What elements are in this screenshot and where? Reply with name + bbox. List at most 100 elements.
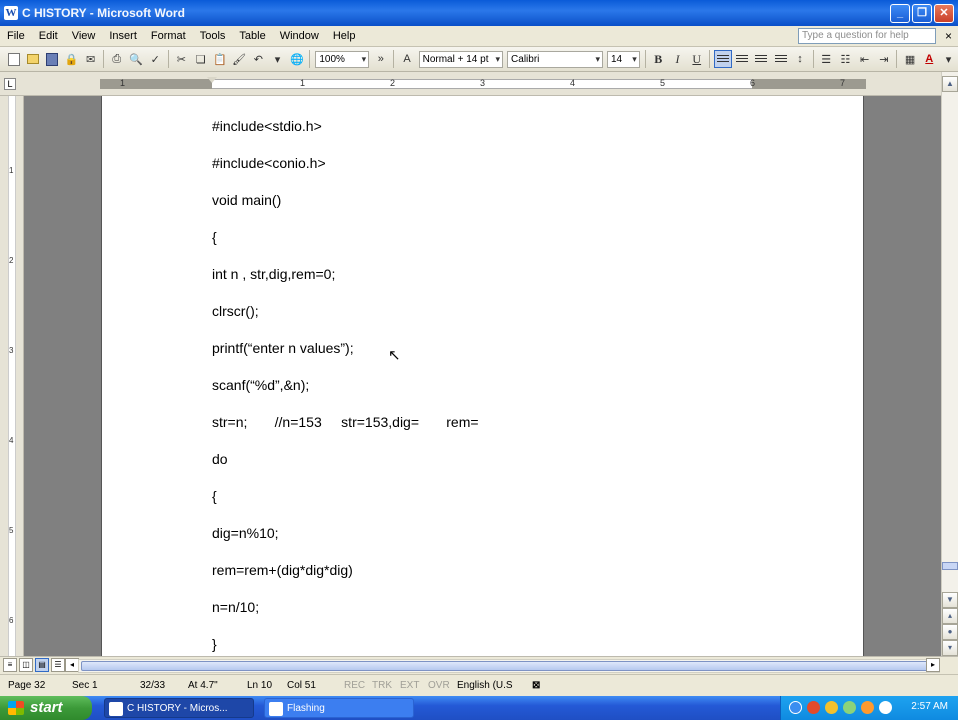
cut-button[interactable]: ✂ — [173, 50, 190, 68]
vertical-scrollbar[interactable]: ▲ ▼ ▴ ● ▾ — [941, 72, 958, 656]
print-layout-view-button[interactable]: ▤ — [35, 658, 49, 672]
code-line[interactable]: } — [212, 636, 217, 652]
help-search-input[interactable]: Type a question for help — [798, 28, 936, 44]
outline-view-button[interactable]: ☰ — [51, 658, 65, 672]
code-line[interactable]: printf(“enter n values”); — [212, 340, 354, 356]
menu-window[interactable]: Window — [273, 30, 326, 42]
horizontal-scroll-track[interactable] — [78, 659, 940, 673]
clock[interactable]: 2:57 AM — [911, 701, 948, 712]
select-browse-object-button[interactable]: ● — [942, 624, 958, 640]
styles-pane-icon[interactable]: A — [398, 50, 415, 68]
new-document-button[interactable] — [5, 50, 22, 68]
code-line[interactable]: int n , str,dig,rem=0; — [212, 266, 335, 282]
zoom-select[interactable]: 100% — [315, 50, 370, 68]
spelling-status-icon[interactable]: ⊠ — [532, 680, 540, 691]
spelling-button[interactable]: ✓ — [147, 50, 164, 68]
menu-help[interactable]: Help — [326, 30, 363, 42]
status-page: Page 32 — [8, 680, 46, 691]
menu-format[interactable]: Format — [144, 30, 193, 42]
indent-marker[interactable] — [207, 77, 217, 93]
help-tray-icon[interactable] — [789, 701, 802, 714]
toolbar-options-icon[interactable]: » — [372, 50, 389, 68]
tab-selector[interactable]: L — [4, 78, 16, 90]
previous-page-button[interactable]: ▴ — [942, 608, 958, 624]
tray-icon[interactable] — [807, 701, 820, 714]
menu-table[interactable]: Table — [232, 30, 272, 42]
volume-icon[interactable] — [879, 701, 892, 714]
font-color-button[interactable]: A — [921, 50, 938, 68]
style-select[interactable]: Normal + 14 pt — [418, 50, 504, 68]
code-line[interactable]: #include<stdio.h> — [212, 118, 322, 134]
bullets-button[interactable]: ☷ — [837, 50, 854, 68]
normal-view-button[interactable]: ≡ — [3, 658, 17, 672]
copy-button[interactable]: ❏ — [192, 50, 209, 68]
code-line[interactable]: n=n/10; — [212, 599, 259, 615]
print-preview-button[interactable]: 🔍 — [127, 50, 144, 68]
code-line[interactable]: void main() — [212, 192, 281, 208]
email-button[interactable]: ✉ — [82, 50, 99, 68]
font-select[interactable]: Calibri — [507, 50, 603, 68]
code-line[interactable]: #include<conio.h> — [212, 155, 326, 171]
menu-insert[interactable]: Insert — [102, 30, 144, 42]
justify-button[interactable] — [772, 50, 789, 68]
code-line[interactable]: { — [212, 229, 217, 245]
scroll-left-button[interactable]: ◂ — [65, 658, 79, 672]
minimize-button[interactable]: _ — [890, 3, 910, 23]
italic-button[interactable]: I — [669, 50, 686, 68]
undo-button[interactable]: ↶ — [250, 50, 267, 68]
code-line[interactable]: dig=n%10; — [212, 525, 279, 541]
font-color-dropdown-icon[interactable]: ▾ — [940, 50, 957, 68]
menu-edit[interactable]: Edit — [32, 30, 65, 42]
tray-icon[interactable] — [825, 701, 838, 714]
underline-button[interactable]: U — [688, 50, 705, 68]
code-line[interactable]: str=n; //n=153 str=153,dig= rem= — [212, 414, 479, 430]
restore-button[interactable]: ❐ — [912, 3, 932, 23]
menu-view[interactable]: View — [65, 30, 103, 42]
bold-button[interactable]: B — [650, 50, 667, 68]
menu-file[interactable]: File — [0, 30, 32, 42]
close-document-icon[interactable]: × — [945, 29, 952, 43]
decrease-indent-button[interactable]: ⇤ — [856, 50, 873, 68]
scroll-up-button[interactable]: ▲ — [942, 76, 958, 92]
document-page[interactable]: #include<stdio.h> #include<conio.h> void… — [101, 96, 864, 656]
paste-button[interactable]: 📋 — [211, 50, 228, 68]
code-line[interactable]: clrscr(); — [212, 303, 259, 319]
scroll-thumb[interactable] — [942, 562, 958, 570]
numbering-button[interactable]: ☰ — [818, 50, 835, 68]
open-button[interactable] — [24, 50, 41, 68]
code-line[interactable]: rem=rem+(dig*dig*dig) — [212, 562, 353, 578]
code-line[interactable]: do — [212, 451, 228, 467]
tray-icon[interactable] — [861, 701, 874, 714]
status-record[interactable]: REC — [344, 680, 365, 691]
next-page-button[interactable]: ▾ — [942, 640, 958, 656]
hyperlink-button[interactable]: 🌐 — [288, 50, 305, 68]
status-extend[interactable]: EXT — [400, 680, 419, 691]
font-size-select[interactable]: 14 — [606, 50, 640, 68]
increase-indent-button[interactable]: ⇥ — [875, 50, 892, 68]
borders-button[interactable]: ▦ — [901, 50, 918, 68]
code-line[interactable]: scanf(“%d”,&n); — [212, 377, 309, 393]
status-overtype[interactable]: OVR — [428, 680, 450, 691]
print-button[interactable]: ⎙ — [108, 50, 125, 68]
menu-tools[interactable]: Tools — [193, 30, 233, 42]
save-button[interactable] — [43, 50, 60, 68]
align-center-button[interactable] — [734, 50, 751, 68]
status-track-changes[interactable]: TRK — [372, 680, 392, 691]
tray-icon[interactable] — [843, 701, 856, 714]
permission-button[interactable]: 🔒 — [63, 50, 80, 68]
line-spacing-button[interactable]: ↕ — [791, 50, 808, 68]
taskbar-item-word[interactable]: C HISTORY - Micros... — [104, 698, 254, 718]
undo-dropdown-icon[interactable]: ▾ — [269, 50, 286, 68]
horizontal-scroll-thumb[interactable] — [81, 661, 936, 671]
web-layout-view-button[interactable]: ◫ — [19, 658, 33, 672]
code-line[interactable]: { — [212, 488, 217, 504]
align-left-button[interactable] — [714, 50, 732, 68]
scroll-right-button[interactable]: ▸ — [926, 658, 940, 672]
scroll-down-button[interactable]: ▼ — [942, 592, 958, 608]
start-button[interactable]: start — [0, 696, 92, 720]
close-button[interactable]: ✕ — [934, 3, 954, 23]
word-app-icon[interactable]: W — [4, 6, 18, 20]
taskbar-item-flashing[interactable]: Flashing — [264, 698, 414, 718]
format-painter-button[interactable]: 🖌 — [230, 50, 247, 68]
align-right-button[interactable] — [753, 50, 770, 68]
